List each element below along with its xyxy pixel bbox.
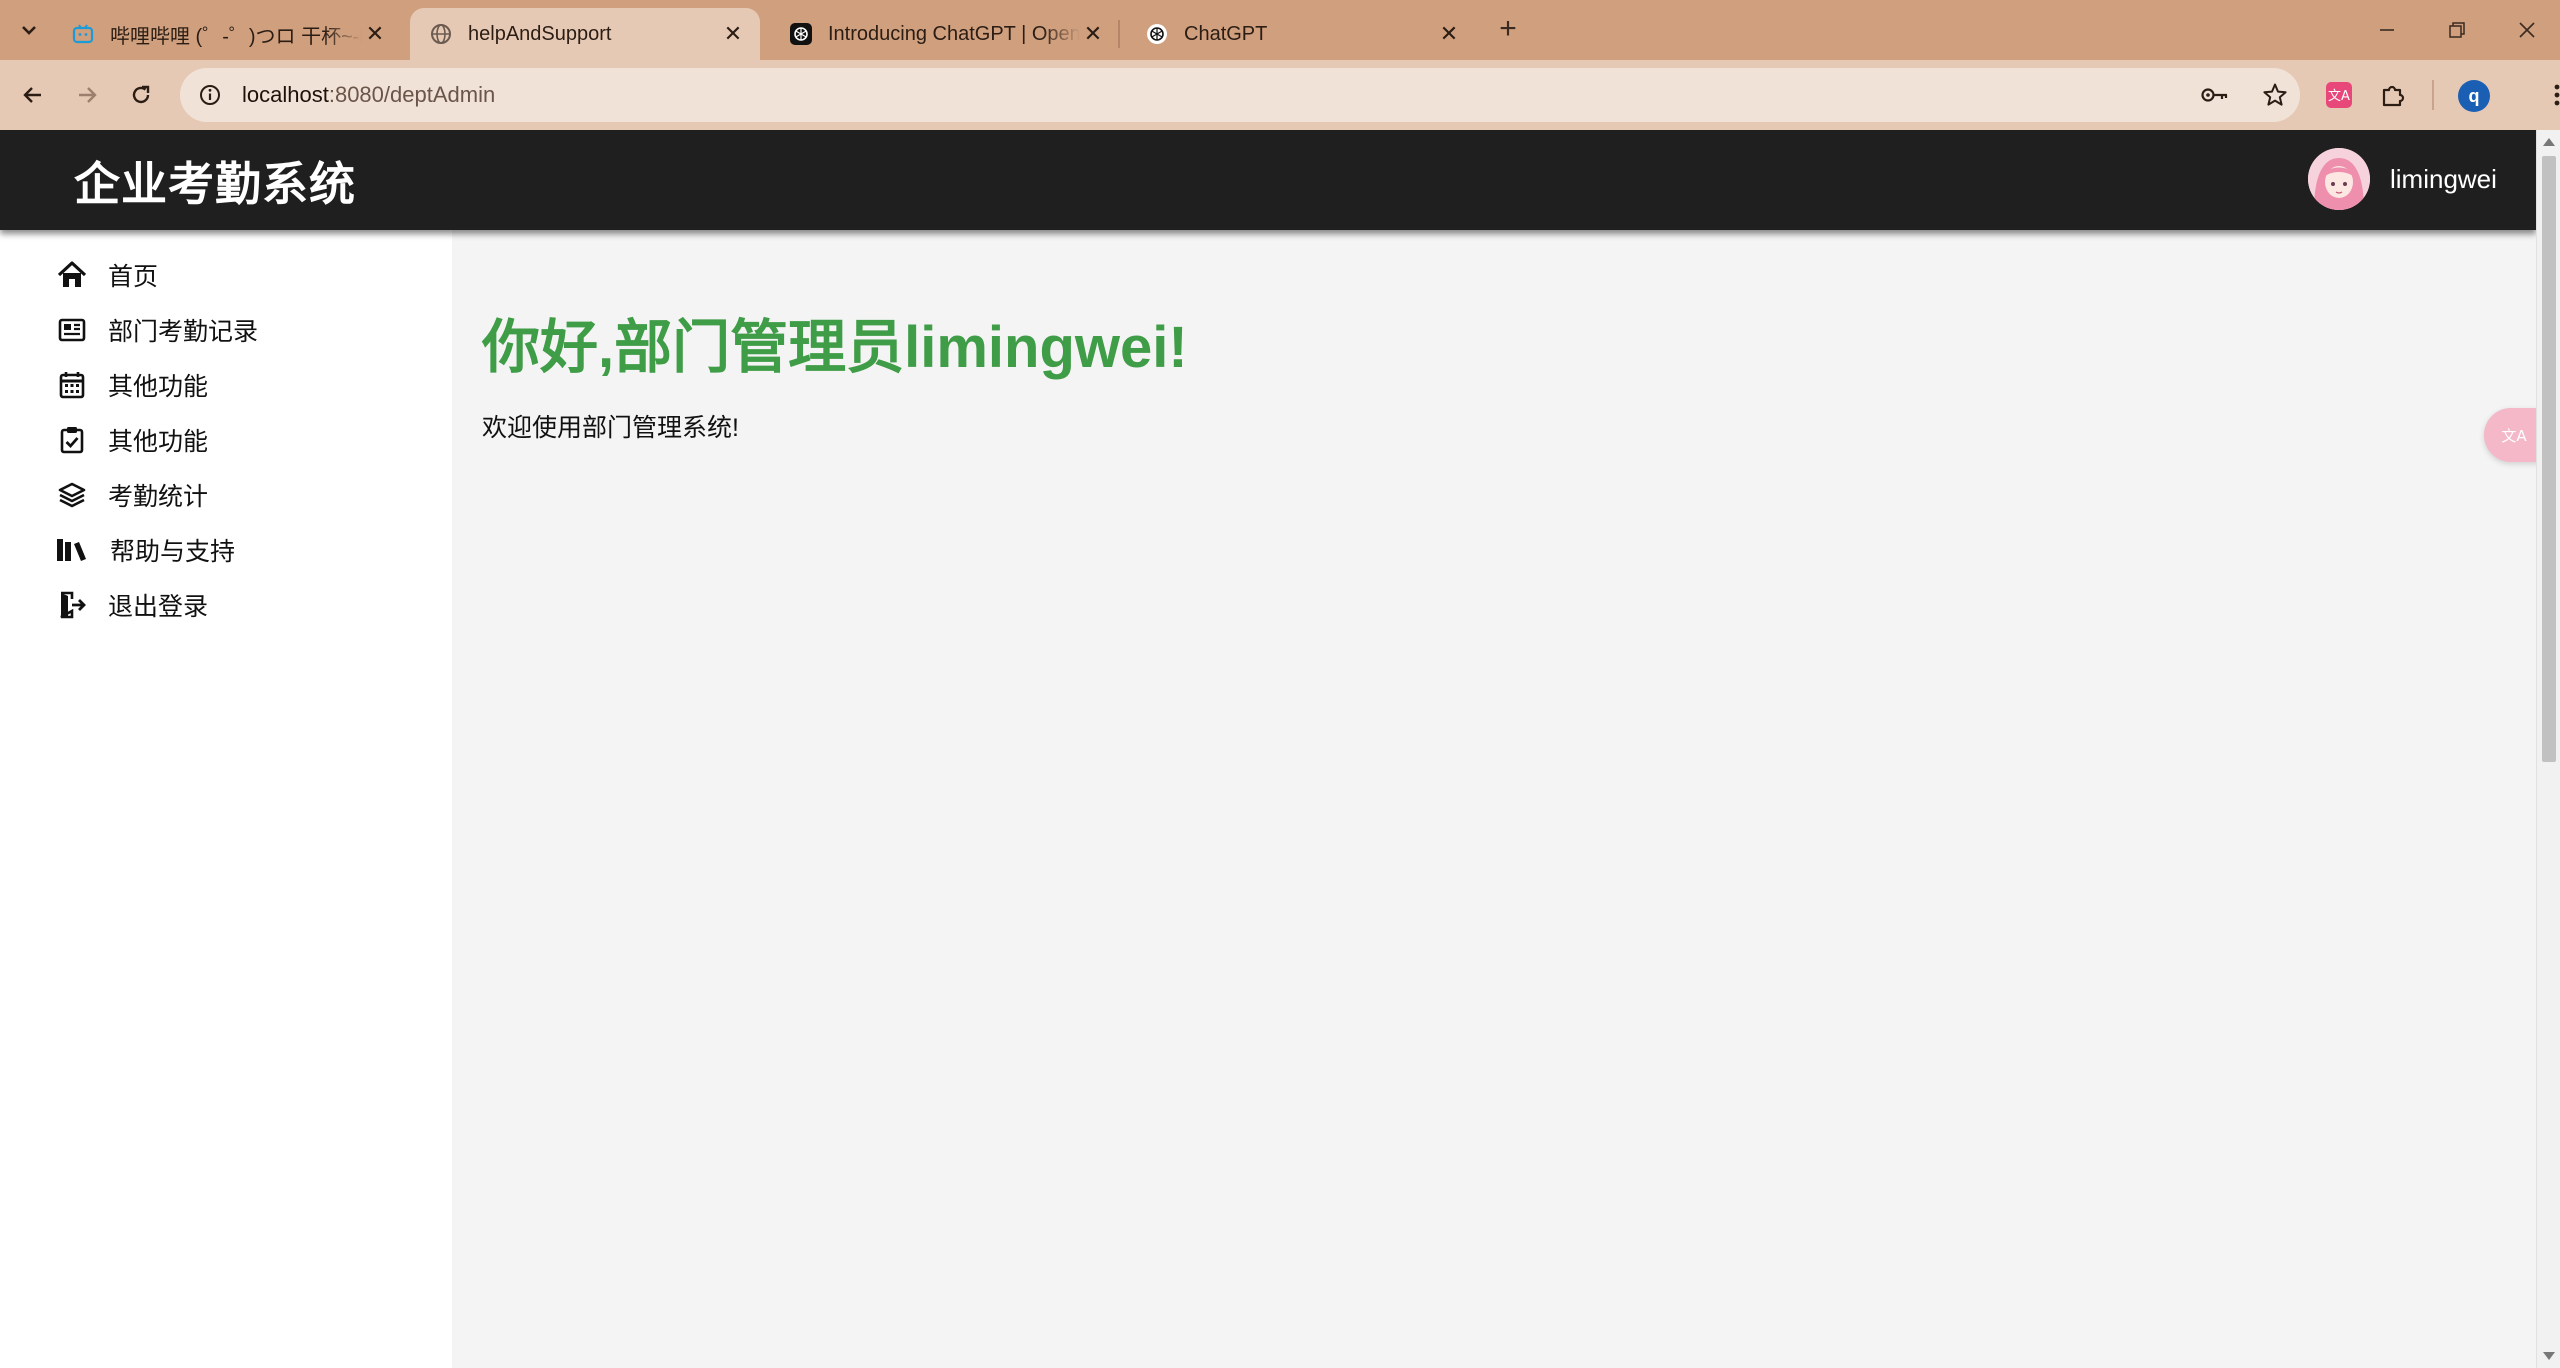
home-icon bbox=[56, 259, 88, 291]
svg-text:文A: 文A bbox=[2328, 89, 2350, 104]
tab-title: ChatGPT bbox=[1184, 22, 1268, 45]
sidebar-item-home[interactable]: 首页 bbox=[56, 255, 416, 295]
tab-bilibili[interactable]: 哔哩哔哩 (゜-゜)つロ 干杯~-bilibili ✕ bbox=[52, 8, 402, 60]
back-button[interactable] bbox=[12, 74, 54, 116]
sidebar-item-label: 帮助与支持 bbox=[110, 538, 236, 566]
main-content: 你好,部门管理员limingwei! 欢迎使用部门管理系统! bbox=[452, 230, 2536, 1368]
extensions-puzzle-icon[interactable] bbox=[2372, 74, 2414, 116]
chevron-down-icon bbox=[22, 26, 36, 35]
sidebar: 首页 部门考勤记录 其他功能 其他功能 考勤统计 帮助与支持 退出登录 bbox=[0, 230, 452, 1368]
minimize-button[interactable] bbox=[2352, 0, 2422, 60]
bookmark-star-icon[interactable] bbox=[2262, 68, 2288, 122]
sign-out-icon bbox=[56, 589, 88, 621]
profile-initial: q bbox=[2468, 85, 2480, 106]
site-info-icon[interactable] bbox=[192, 77, 228, 113]
app-header: 企业考勤系统 limingwei bbox=[0, 130, 2536, 230]
translate-icon: 文A bbox=[2501, 427, 2527, 445]
url-host: localhost bbox=[242, 82, 329, 107]
close-tab-icon[interactable]: ✕ bbox=[1080, 21, 1106, 47]
reload-icon bbox=[132, 85, 150, 104]
sidebar-item-dept-attendance[interactable]: 部门考勤记录 bbox=[56, 310, 416, 350]
svg-text:文A: 文A bbox=[2501, 427, 2527, 445]
address-bar[interactable]: localhost:8080/deptAdmin bbox=[180, 68, 2300, 122]
openai-icon bbox=[790, 23, 812, 45]
sidebar-item-label: 其他功能 bbox=[108, 373, 209, 401]
openai-icon bbox=[1146, 23, 1168, 45]
calendar-icon bbox=[56, 369, 88, 401]
user-name[interactable]: limingwei bbox=[2390, 164, 2497, 195]
web-page: 企业考勤系统 limingwei 首页 部门考勤记录 其他功能 其他功能 考勤统… bbox=[0, 130, 2536, 1368]
sidebar-item-attendance-stats[interactable]: 考勤统计 bbox=[56, 475, 416, 515]
browser-tab-strip: 哔哩哔哩 (゜-゜)つロ 干杯~-bilibili ✕ helpAndSuppo… bbox=[0, 0, 2560, 60]
url-text: localhost:8080/deptAdmin bbox=[242, 82, 495, 108]
tab-help-and-support[interactable]: helpAndSupport ✕ bbox=[410, 8, 760, 60]
arrow-left-icon bbox=[23, 87, 41, 103]
tab-introducing-chatgpt[interactable]: Introducing ChatGPT | OpenAI ✕ bbox=[770, 8, 1120, 60]
toolbar-divider bbox=[2432, 80, 2434, 110]
restore-button[interactable] bbox=[2422, 0, 2492, 60]
close-tab-icon[interactable]: ✕ bbox=[362, 21, 388, 47]
close-icon bbox=[2519, 22, 2535, 38]
welcome-text: 欢迎使用部门管理系统! bbox=[482, 414, 739, 442]
restore-icon bbox=[2449, 22, 2465, 38]
scroll-thumb[interactable] bbox=[2542, 156, 2556, 762]
minimize-icon bbox=[2380, 29, 2394, 31]
user-avatar[interactable] bbox=[2308, 148, 2370, 210]
sidebar-item-logout[interactable]: 退出登录 bbox=[56, 585, 416, 625]
translate-extension-icon[interactable]: 文A bbox=[2318, 74, 2360, 116]
greeting-heading: 你好,部门管理员limingwei! bbox=[482, 315, 1188, 380]
newspaper-icon bbox=[56, 314, 88, 346]
clipboard-check-icon bbox=[56, 424, 88, 456]
sidebar-item-label: 考勤统计 bbox=[108, 483, 209, 511]
tab-title: helpAndSupport bbox=[468, 22, 612, 45]
scroll-down-arrow[interactable] bbox=[2543, 1352, 2555, 1360]
tab-title: 哔哩哔哩 (゜-゜)つロ 干杯~-bilibili bbox=[110, 25, 362, 48]
books-icon bbox=[56, 534, 88, 566]
url-path: :8080/deptAdmin bbox=[328, 82, 496, 107]
new-tab-button[interactable]: + bbox=[1490, 12, 1526, 48]
tab-chatgpt[interactable]: ChatGPT ✕ bbox=[1126, 8, 1476, 60]
app-title: 企业考勤系统 bbox=[74, 158, 356, 210]
more-menu-icon[interactable] bbox=[2536, 74, 2560, 116]
tab-title: Introducing ChatGPT | OpenAI bbox=[828, 22, 1080, 45]
password-key-icon[interactable] bbox=[2200, 68, 2230, 122]
scroll-up-arrow[interactable] bbox=[2543, 138, 2555, 146]
sidebar-item-help-support[interactable]: 帮助与支持 bbox=[56, 530, 416, 570]
sidebar-item-other-2[interactable]: 其他功能 bbox=[56, 420, 416, 460]
close-window-button[interactable] bbox=[2492, 0, 2560, 60]
arrow-right-icon bbox=[79, 87, 97, 103]
sidebar-item-label: 首页 bbox=[108, 263, 159, 291]
sidebar-item-label: 部门考勤记录 bbox=[108, 318, 259, 346]
browser-toolbar: localhost:8080/deptAdmin 文A bbox=[0, 60, 2560, 130]
reload-button[interactable] bbox=[120, 74, 162, 116]
tab-search-button[interactable] bbox=[10, 12, 48, 48]
sidebar-item-label: 退出登录 bbox=[108, 593, 209, 621]
close-tab-icon[interactable]: ✕ bbox=[720, 21, 746, 47]
forward-button[interactable] bbox=[66, 74, 108, 116]
profile-avatar[interactable]: q bbox=[2458, 80, 2490, 112]
layers-icon bbox=[56, 479, 88, 511]
bilibili-icon bbox=[72, 23, 94, 45]
sidebar-item-other-1[interactable]: 其他功能 bbox=[56, 365, 416, 405]
globe-icon bbox=[430, 23, 452, 45]
page-scrollbar[interactable] bbox=[2536, 130, 2560, 1368]
translate-float-button[interactable]: 文A bbox=[2484, 408, 2536, 462]
close-tab-icon[interactable]: ✕ bbox=[1436, 21, 1462, 47]
sidebar-item-label: 其他功能 bbox=[108, 428, 209, 456]
